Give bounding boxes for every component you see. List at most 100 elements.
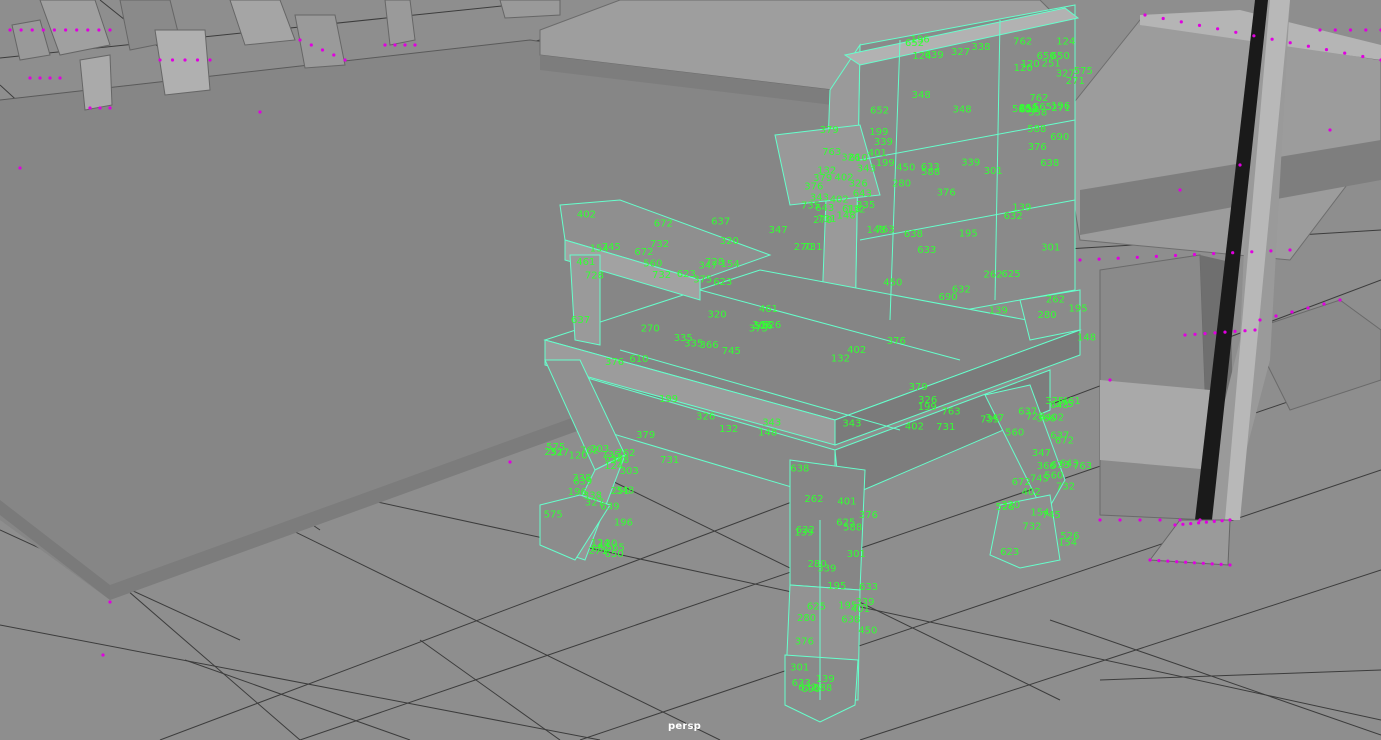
vertex-dot — [1306, 44, 1310, 48]
vertex-id-label: 745 — [722, 346, 741, 357]
viewport-scene[interactable]: 652 633 623 148 639 638 637 731 762 632 526 199 196 1… — [0, 0, 1381, 740]
vertex-id-label: 623 — [677, 269, 696, 280]
vertex-id-label: 262 — [804, 494, 823, 505]
vertex-id-label: 610 — [849, 153, 868, 164]
vertex-id-label: 732 — [652, 270, 671, 281]
vertex-dot — [98, 106, 102, 110]
vertex-dot — [1143, 13, 1147, 17]
vertex-dot — [1250, 250, 1254, 254]
vertex-id-label: 376 — [605, 357, 624, 368]
vertex-id-label: 639 — [1019, 105, 1038, 116]
vertex-id-label: 280 — [1038, 310, 1057, 321]
vertex-id-label: 450 — [858, 625, 877, 636]
vertex-dot — [298, 38, 302, 42]
vertex-id-label: 124 — [1056, 36, 1075, 47]
vertex-dot — [1333, 28, 1337, 32]
vertex-id-label: 339 — [874, 137, 893, 148]
vertex-dot — [1192, 252, 1197, 257]
vertex-dot — [1324, 48, 1329, 52]
vertex-dot — [41, 28, 45, 32]
vertex-id-label: 610 — [629, 354, 648, 365]
vertex-id-label: 326 — [696, 412, 715, 423]
vertex-dot — [1306, 306, 1310, 310]
vertex-id-label: 320 — [720, 236, 739, 247]
vertex-id-label: 376 — [887, 336, 906, 347]
vertex-dot — [1269, 249, 1273, 253]
vertex-dot — [1198, 518, 1202, 522]
vertex-id-label: 728 — [705, 257, 724, 268]
vertex-dot — [64, 28, 68, 32]
vertex-dot — [86, 28, 90, 32]
vertex-id-label: 262 — [984, 270, 1003, 281]
vertex-id-label: 625 — [836, 518, 855, 529]
vertex-dot — [1135, 255, 1139, 259]
vertex-id-label: 195 — [1069, 303, 1088, 314]
vertex-id-label: 343 — [857, 163, 876, 174]
vertex-dot — [1148, 558, 1152, 562]
vertex-id-label: 402 — [1022, 487, 1041, 498]
vertex-id-label: 461 — [759, 304, 778, 315]
vertex-dot — [1173, 253, 1178, 258]
vertex-id-label: 623 — [1000, 547, 1019, 558]
vertex-dot — [1223, 330, 1227, 334]
perspective-viewport[interactable]: 652 633 623 148 639 638 637 731 762 632 526 199 196 1… — [0, 0, 1381, 740]
vertex-id-label: 623 — [713, 277, 732, 288]
vertex-id-label: 327 — [951, 47, 970, 58]
vertex-id-label: 335 — [684, 338, 703, 349]
vertex-id-label: 148 — [867, 225, 886, 236]
vertex-id-label: 343 — [842, 419, 861, 430]
vertex-id-label: 763 — [942, 407, 961, 418]
vertex-id-label: 401 — [851, 604, 870, 615]
vertex-dot — [208, 58, 212, 62]
vertex-id-label: 638 — [841, 615, 860, 626]
vertex-id-label: 450 — [883, 278, 902, 289]
vertex-dot — [1166, 559, 1170, 563]
vertex-dot — [1178, 518, 1182, 522]
vertex-dot — [1233, 329, 1237, 333]
vertex-dot — [108, 28, 112, 32]
vertex-dot — [1322, 302, 1326, 306]
camera-name-label: persp — [668, 721, 701, 732]
vertex-dot — [101, 653, 105, 657]
vertex-dot — [158, 58, 162, 62]
vertex-id-label: 280 — [797, 613, 816, 624]
vertex-dot — [108, 600, 112, 604]
vertex-id-label: 320 — [1001, 500, 1020, 511]
vertex-dot — [88, 106, 92, 110]
vertex-dot — [48, 76, 52, 80]
vertex-id-label: 347 — [769, 225, 788, 236]
vertex-id-label: 154 — [590, 244, 609, 255]
vertex-id-label: 139 — [1012, 202, 1031, 213]
vertex-id-label: 588 — [1027, 124, 1046, 135]
vertex-dot — [1243, 329, 1247, 333]
vertex-dot — [1097, 257, 1101, 261]
vertex-id-label: 120 — [1014, 63, 1033, 74]
vertex-dot — [28, 76, 32, 80]
vertex-dot — [393, 43, 397, 47]
vertex-id-label: 625 — [807, 602, 826, 613]
vertex-dot — [1203, 332, 1207, 336]
vertex-id-label: 120 — [569, 451, 588, 462]
vertex-id-label: 199 — [659, 394, 678, 405]
vertex-id-label: 124 — [912, 51, 931, 62]
vertex-id-label: 461 — [576, 257, 595, 268]
vertex-id-label: 199 — [918, 402, 937, 413]
vertex-dot — [18, 166, 22, 170]
vertex-dot — [108, 106, 112, 110]
vertex-dot — [19, 28, 23, 32]
vertex-id-label: 320 — [708, 309, 727, 320]
vertex-dot — [1338, 298, 1342, 302]
vertex-dot — [1348, 28, 1353, 32]
vertex-id-label: 731 — [660, 455, 679, 466]
vertex-id-label: 132 — [831, 354, 850, 365]
vertex-id-label: 402 — [905, 422, 924, 433]
vertex-dot — [1212, 519, 1216, 524]
vertex-id-label: 672 — [1055, 435, 1074, 446]
vertex-id-label: 652 — [870, 106, 889, 117]
vertex-id-label: 379 — [820, 125, 839, 136]
vertex-id-label: 148 — [758, 427, 777, 438]
vertex-dot — [1158, 518, 1162, 522]
vertex-id-label: 196 — [614, 518, 633, 529]
vertex-id-label: 347 — [1032, 448, 1051, 459]
vertex-id-label: 735 — [801, 200, 820, 211]
